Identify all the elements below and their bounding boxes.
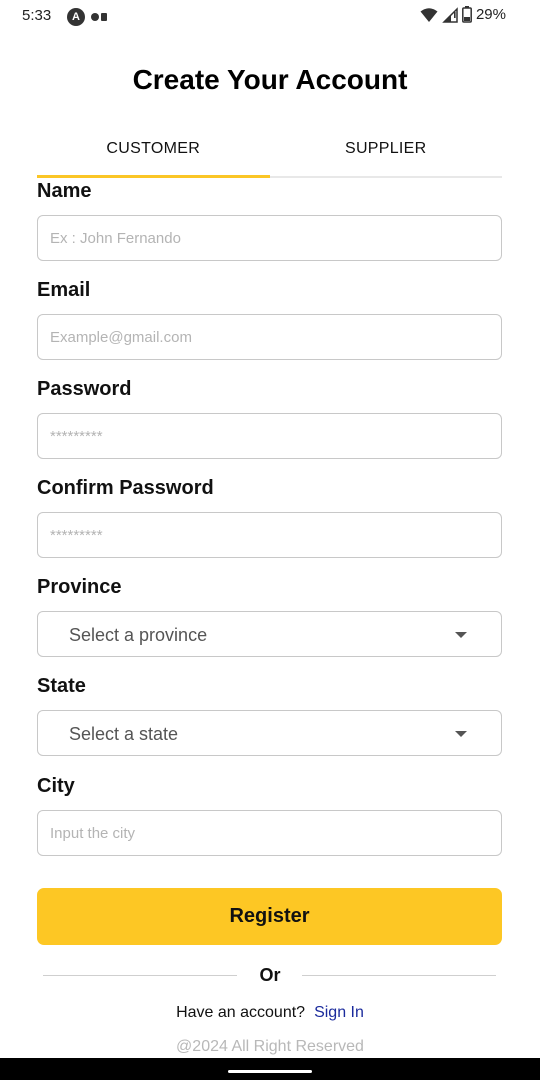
register-button[interactable]: Register: [37, 888, 502, 945]
confirm-password-label: Confirm Password: [37, 477, 214, 499]
name-label: Name: [37, 180, 92, 202]
confirm-password-input[interactable]: [38, 513, 501, 557]
battery-icon: [462, 6, 472, 23]
dropdown-caret-icon: [455, 731, 467, 737]
province-selected-value: Select a province: [69, 625, 208, 645]
state-select[interactable]: Select a state: [37, 710, 502, 756]
page-title: Create Your Account: [132, 64, 408, 95]
status-right: 29%: [420, 6, 506, 23]
city-input[interactable]: [38, 811, 501, 855]
home-indicator[interactable]: [228, 1070, 312, 1073]
password-input[interactable]: [38, 414, 501, 458]
city-label: City: [37, 775, 75, 797]
email-field-container: [37, 314, 502, 360]
name-input[interactable]: [38, 216, 501, 260]
dropdown-caret-icon: [455, 632, 467, 638]
password-label: Password: [37, 378, 132, 400]
email-input[interactable]: [38, 315, 501, 359]
email-label: Email: [37, 279, 91, 301]
app-notification-icon: A: [67, 8, 85, 26]
battery-percent: 29%: [475, 6, 506, 23]
status-time: 5:33: [22, 7, 52, 24]
signal-icon: [442, 6, 458, 23]
confirm-password-field-container: [37, 512, 502, 558]
status-bar: 5:33 A 29%: [0, 0, 540, 34]
divider-right: [302, 975, 496, 976]
password-field-container: [37, 413, 502, 459]
footer-copyright: @2024 All Right Reserved: [176, 1038, 364, 1055]
province-select[interactable]: Select a province: [37, 611, 502, 657]
signin-row: Have an account? Sign In: [0, 1004, 540, 1022]
account-type-tabs: CUSTOMER SUPPLIER: [37, 128, 502, 178]
tab-customer[interactable]: CUSTOMER: [37, 128, 270, 178]
signin-prompt: Have an account?: [176, 1004, 306, 1021]
city-field-container: [37, 810, 502, 856]
recording-icon: [91, 10, 109, 24]
system-nav-bar: [0, 1058, 540, 1080]
state-label: State: [37, 675, 86, 697]
tab-supplier[interactable]: SUPPLIER: [270, 128, 503, 176]
status-left-icons: A: [67, 8, 109, 26]
wifi-icon: [420, 7, 438, 22]
signin-link[interactable]: Sign In: [314, 1004, 364, 1021]
province-label: Province: [37, 576, 122, 598]
state-selected-value: Select a state: [69, 724, 179, 744]
name-field-container: [37, 215, 502, 261]
